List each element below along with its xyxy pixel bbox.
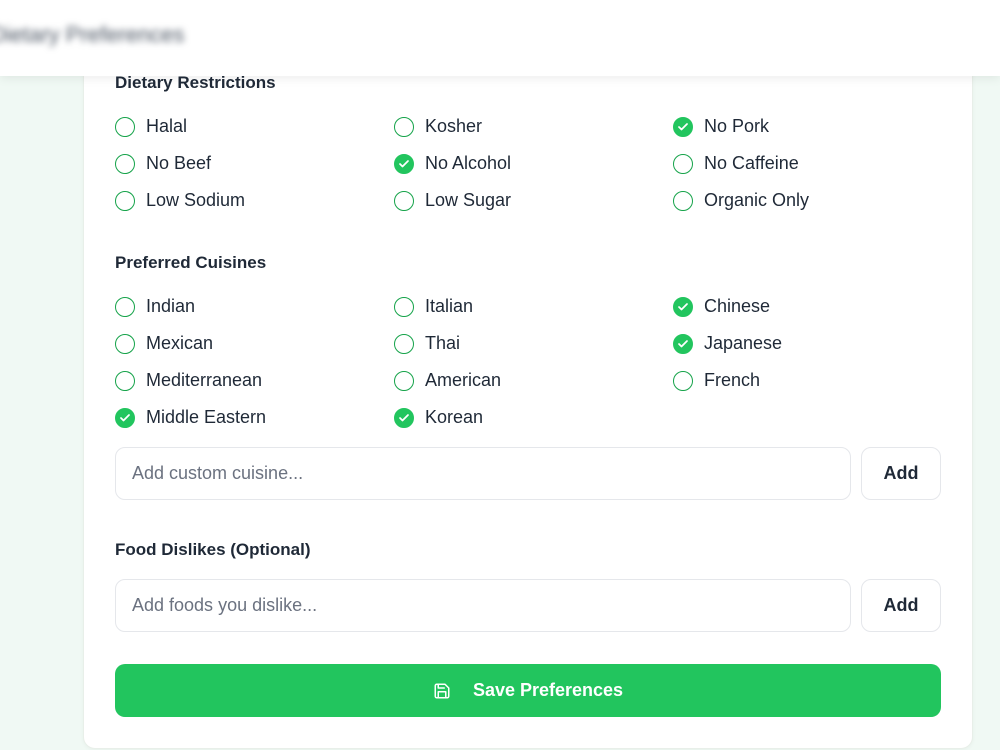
option-label: Halal (146, 116, 188, 136)
option-label: No Beef (146, 153, 212, 173)
radio-circle-icon[interactable] (673, 370, 693, 391)
option-label: American (425, 370, 502, 390)
radio-circle-icon[interactable] (673, 190, 693, 211)
cuisine-option-mediterranean[interactable]: Mediterranean (115, 362, 394, 399)
restriction-option-organic-only[interactable]: Organic Only (673, 182, 952, 219)
radio-circle-icon[interactable] (673, 153, 693, 174)
restriction-option-low-sugar[interactable]: Low Sugar (394, 182, 673, 219)
restriction-option-no-alcohol[interactable]: No Alcohol (394, 145, 673, 182)
add-dislike-button[interactable]: Add (861, 579, 941, 632)
cuisine-option-middle-eastern[interactable]: Middle Eastern (115, 399, 394, 436)
check-circle-icon[interactable] (115, 407, 135, 428)
option-label: Mediterranean (146, 370, 263, 390)
radio-circle-icon[interactable] (115, 153, 135, 174)
custom-cuisine-input[interactable] (115, 447, 851, 500)
option-label: Indian (146, 296, 196, 316)
option-label: Thai (425, 333, 461, 353)
check-circle-icon[interactable] (673, 296, 693, 317)
option-label: Middle Eastern (146, 407, 267, 427)
option-label: Kosher (425, 116, 483, 136)
custom-cuisine-row: Add (115, 447, 941, 500)
check-circle-icon[interactable] (394, 153, 414, 174)
check-circle-icon[interactable] (394, 407, 414, 428)
radio-circle-icon[interactable] (115, 116, 135, 137)
dietary-restrictions-options: Halal Kosher No Pork No Beef No Alcohol No Ca… (115, 108, 955, 219)
check-circle-icon[interactable] (673, 116, 693, 137)
preferred-cuisines-options: Indian Italian Chinese Mexican Thai Japanese M… (115, 288, 955, 436)
cuisine-option-chinese[interactable]: Chinese (673, 288, 952, 325)
check-circle-icon[interactable] (673, 333, 693, 354)
radio-circle-icon[interactable] (394, 116, 414, 137)
cuisine-option-french[interactable]: French (673, 362, 952, 399)
radio-circle-icon[interactable] (115, 370, 135, 391)
page-title: Dietary Preferences (0, 22, 185, 47)
radio-circle-icon[interactable] (394, 333, 414, 354)
option-label: French (704, 370, 761, 390)
save-icon (433, 682, 451, 700)
food-dislikes-title: Food Dislikes (Optional) (115, 540, 311, 559)
option-label: No Alcohol (425, 153, 512, 173)
option-label: Low Sugar (425, 190, 512, 210)
restriction-option-low-sodium[interactable]: Low Sodium (115, 182, 394, 219)
radio-circle-icon[interactable] (394, 296, 414, 317)
restriction-option-no-caffeine[interactable]: No Caffeine (673, 145, 952, 182)
save-preferences-label: Save Preferences (472, 680, 624, 700)
option-label: No Caffeine (704, 153, 799, 173)
option-label: Low Sodium (146, 190, 246, 210)
cuisine-option-italian[interactable]: Italian (394, 288, 673, 325)
cuisine-option-korean[interactable]: Korean (394, 399, 673, 436)
radio-circle-icon[interactable] (394, 190, 414, 211)
save-preferences-button[interactable]: Save Preferences (115, 664, 941, 717)
option-label: Mexican (146, 333, 214, 353)
food-dislikes-row: Add (115, 579, 941, 632)
cuisine-option-indian[interactable]: Indian (115, 288, 394, 325)
restriction-option-no-pork[interactable]: No Pork (673, 108, 952, 145)
cuisine-option-mexican[interactable]: Mexican (115, 325, 394, 362)
top-header: Dietary Preferences (0, 0, 1000, 76)
restriction-option-no-beef[interactable]: No Beef (115, 145, 394, 182)
option-label: Chinese (704, 296, 771, 316)
restriction-option-halal[interactable]: Halal (115, 108, 394, 145)
restriction-option-kosher[interactable]: Kosher (394, 108, 673, 145)
dietary-restrictions-title: Dietary Restrictions (115, 73, 276, 92)
radio-circle-icon[interactable] (115, 333, 135, 354)
cuisine-option-japanese[interactable]: Japanese (673, 325, 952, 362)
cuisine-option-thai[interactable]: Thai (394, 325, 673, 362)
preferred-cuisines-title: Preferred Cuisines (115, 253, 267, 272)
radio-circle-icon[interactable] (394, 370, 414, 391)
page: Dietary Preferences Dietary Restrictions… (0, 0, 1000, 750)
option-label: Organic Only (704, 190, 810, 210)
option-label: Korean (425, 407, 484, 427)
add-cuisine-button[interactable]: Add (861, 447, 941, 500)
option-label: No Pork (704, 116, 770, 136)
radio-circle-icon[interactable] (115, 296, 135, 317)
food-dislikes-input[interactable] (115, 579, 851, 632)
option-label: Japanese (704, 333, 783, 353)
radio-circle-icon[interactable] (115, 190, 135, 211)
option-label: Italian (425, 296, 474, 316)
cuisine-option-american[interactable]: American (394, 362, 673, 399)
